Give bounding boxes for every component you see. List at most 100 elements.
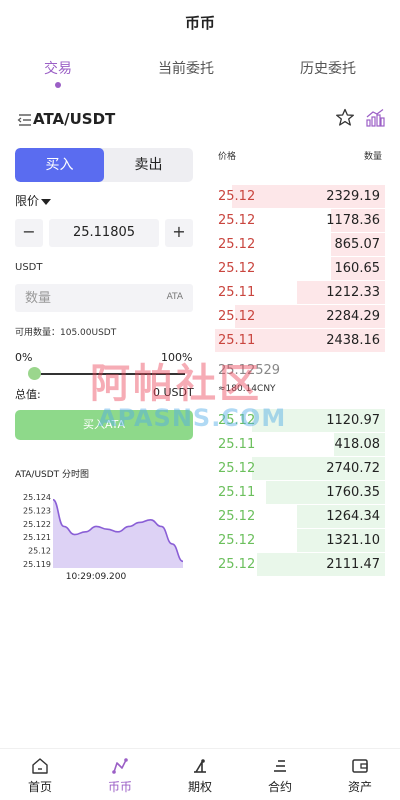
nav-label-options: 期权 (187, 780, 212, 794)
slider-max-label: 100% (161, 351, 193, 364)
y-tick-label: 25.121 (23, 533, 51, 542)
nav-label-coin-trade: 币币 (107, 780, 132, 794)
buy-submit-button[interactable]: 买入ATA (15, 410, 193, 440)
orderbook-qty-header: 数量 (364, 152, 383, 162)
row-price: 25.11 (218, 485, 256, 500)
row-price: 25.12 (218, 213, 256, 228)
ask-row[interactable]: 25.12 1178.36 (215, 209, 385, 232)
y-tick-label: 25.122 (23, 520, 51, 529)
ask-row[interactable]: 25.12 865.07 (215, 233, 385, 256)
total-label: 总值: (15, 388, 41, 401)
row-qty: 865.07 (334, 237, 381, 252)
bottom-nav: 首页 币币 期权 合约 资产 (0, 748, 400, 800)
bid-row[interactable]: 25.12 1264.34 (215, 505, 385, 528)
row-qty: 2740.72 (326, 461, 380, 476)
row-price: 25.12 (218, 557, 256, 572)
row-price: 25.12 (218, 261, 256, 276)
row-qty: 2329.19 (326, 189, 380, 204)
nav-label-home: 首页 (27, 780, 52, 794)
row-qty: 2111.47 (326, 557, 380, 572)
orderbook-price-header: 价格 (218, 152, 237, 162)
nav-item-options[interactable]: 期权 (160, 749, 240, 800)
ask-row[interactable]: 25.11 1212.33 (215, 281, 385, 304)
row-qty: 1120.97 (326, 413, 380, 428)
percent-slider-track[interactable] (35, 373, 185, 375)
row-price: 25.12 (218, 189, 256, 204)
bar-chart-icon[interactable] (365, 108, 385, 132)
row-price: 25.12 (218, 413, 256, 428)
pair-header: ATA/USDT (15, 108, 385, 132)
tab-trade[interactable]: 交易 (44, 58, 72, 78)
star-icon[interactable] (335, 108, 355, 132)
buy-sell-switch: 买入 卖出 (15, 148, 193, 182)
row-price: 25.12 (218, 309, 256, 324)
bid-row[interactable]: 25.12 1321.10 (215, 529, 385, 552)
options-icon (194, 759, 206, 773)
row-price: 25.11 (218, 285, 256, 300)
slider-min-label: 0% (15, 351, 33, 364)
row-qty: 418.08 (334, 437, 381, 452)
bid-row[interactable]: 25.12 1120.97 (215, 409, 385, 432)
price-input[interactable]: 25.11805 (49, 219, 159, 247)
nav-item-coin-trade[interactable]: 币币 (80, 749, 160, 800)
quote-unit-label: USDT (15, 262, 43, 273)
nav-item-assets[interactable]: 资产 (320, 749, 400, 800)
contract-icon (274, 760, 286, 772)
row-price: 25.12 (218, 509, 256, 524)
coin-trade-icon (112, 758, 128, 774)
mid-price-cny: ≈180.14CNY (218, 384, 276, 394)
sell-tab-button[interactable]: 卖出 (104, 148, 193, 182)
page-title: 币币 (184, 14, 215, 32)
price-decrement-button[interactable]: − (15, 219, 43, 247)
wallet-icon (352, 759, 368, 773)
active-tab-indicator (55, 82, 61, 88)
nav-item-home[interactable]: 首页 (0, 749, 80, 800)
y-tick-label: 25.119 (23, 560, 51, 569)
caret-down-icon (41, 198, 52, 205)
time-share-chart[interactable]: 25.124 25.123 25.122 25.121 25.12 25.119 10:29… (15, 488, 190, 583)
mid-price: 25.12529 (218, 363, 281, 378)
row-qty: 1264.34 (326, 509, 380, 524)
list-menu-icon[interactable] (17, 112, 33, 131)
watermark-main: 阿帕社区 (90, 361, 262, 407)
row-price: 25.11 (218, 333, 256, 348)
ask-row[interactable]: 25.11 2438.16 (215, 329, 385, 352)
ask-row[interactable]: 25.12 2329.19 (215, 185, 385, 208)
ask-row[interactable]: 25.12 160.65 (215, 257, 385, 280)
bid-row[interactable]: 25.11 1760.35 (215, 481, 385, 504)
row-qty: 1321.10 (326, 533, 380, 548)
row-qty: 1760.35 (326, 485, 380, 500)
y-tick-label: 25.12 (28, 547, 51, 556)
nav-item-contract[interactable]: 合约 (240, 749, 320, 800)
bid-row[interactable]: 25.12 2111.47 (215, 553, 385, 576)
bid-row[interactable]: 25.12 2740.72 (215, 457, 385, 480)
quantity-input[interactable] (15, 284, 155, 312)
y-tick-label: 25.124 (23, 493, 51, 502)
price-increment-button[interactable]: + (165, 219, 193, 247)
row-qty: 1212.33 (326, 285, 380, 300)
home-icon (32, 758, 48, 774)
pair-name[interactable]: ATA/USDT (33, 110, 115, 128)
bid-row[interactable]: 25.11 418.08 (215, 433, 385, 456)
price-stepper: − 25.11805 + (15, 219, 193, 247)
quantity-unit: ATA (166, 292, 183, 302)
nav-label-assets: 资产 (347, 780, 372, 794)
percent-slider-handle[interactable] (28, 367, 41, 380)
order-type-select[interactable]: 限价 (15, 192, 52, 209)
tab-current-orders[interactable]: 当前委托 (158, 58, 214, 78)
mini-chart-title: ATA/USDT 分时图 (15, 470, 90, 480)
trade-tabs: 交易 当前委托 历史委托 (0, 58, 400, 88)
nav-label-contract: 合约 (267, 780, 292, 794)
buy-tab-button[interactable]: 买入 (15, 148, 104, 182)
ask-row[interactable]: 25.12 2284.29 (215, 305, 385, 328)
tab-order-history[interactable]: 历史委托 (300, 58, 356, 78)
quantity-field: ATA (15, 284, 193, 312)
available-balance: 可用数量：105.00USDT (15, 328, 117, 338)
total-value: 0 USDT (153, 386, 194, 399)
row-price: 25.12 (218, 533, 256, 548)
row-price: 25.12 (218, 237, 256, 252)
y-tick-label: 25.123 (23, 506, 51, 515)
row-price: 25.12 (218, 461, 256, 476)
order-type-label: 限价 (15, 194, 40, 208)
x-time-label: 10:29:09.200 (66, 572, 127, 582)
